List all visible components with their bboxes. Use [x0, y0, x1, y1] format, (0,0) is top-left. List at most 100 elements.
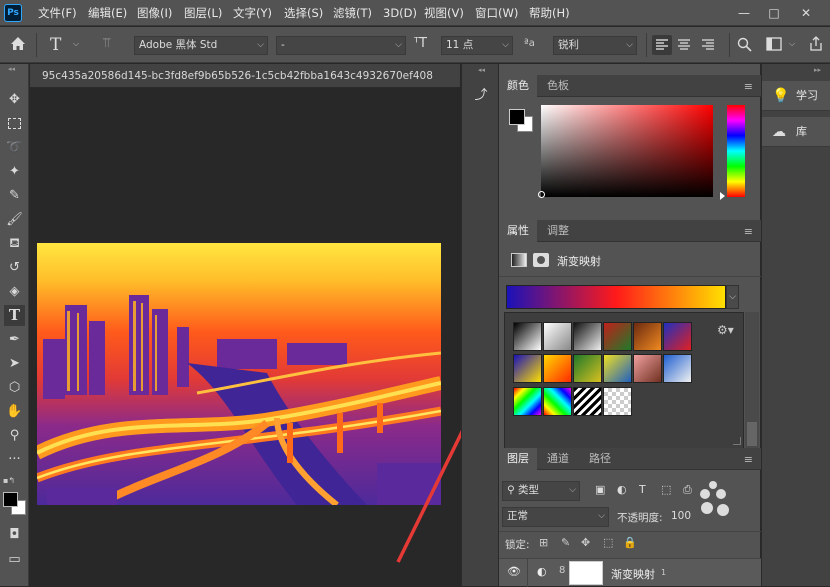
history-panel-icon[interactable]: ⤴	[472, 84, 490, 103]
tab-properties[interactable]: 属性	[499, 220, 537, 242]
gradient-preset-swatch[interactable]	[543, 322, 572, 351]
library-panel-button[interactable]: ☁ 库	[762, 117, 830, 147]
collapse-arrows-icon[interactable]: ◂◂	[8, 65, 15, 73]
gradient-preset-swatch[interactable]	[543, 386, 572, 416]
antialias-select[interactable]: 锐利 ⌵	[553, 36, 637, 55]
menu-view[interactable]: 视图(V)	[424, 0, 464, 26]
lock-all-icon[interactable]: 🔒	[623, 536, 637, 549]
align-right-button[interactable]	[698, 35, 718, 55]
font-size-select[interactable]: 11 点 ⌵	[441, 36, 513, 55]
tab-layers[interactable]: 图层	[499, 448, 537, 470]
default-colors-icon[interactable]: ▪↰	[3, 476, 15, 485]
screen-mode-icon[interactable]: ▭	[4, 549, 25, 570]
collapse-arrows-icon[interactable]: ◂◂	[478, 66, 485, 74]
type-tool-icon[interactable]: T	[4, 305, 25, 326]
eyedropper-tool-icon[interactable]: ✎	[4, 185, 25, 206]
foreground-color-chip[interactable]	[509, 109, 525, 125]
align-center-button[interactable]	[674, 35, 694, 55]
gradient-preset-swatch[interactable]	[573, 354, 602, 384]
layer-filter-select[interactable]: ⚲ 类型 ⌵	[502, 481, 580, 501]
menu-file[interactable]: 文件(F)	[38, 0, 77, 26]
home-icon[interactable]	[8, 36, 28, 55]
resize-handle-icon[interactable]	[733, 437, 741, 445]
shape-tool-icon[interactable]: ⬡	[4, 377, 25, 398]
gradient-dropdown-button[interactable]: ⌵	[726, 285, 739, 309]
menu-layer[interactable]: 图层(L)	[184, 0, 222, 26]
filter-adjustment-icon[interactable]: ◐	[617, 483, 627, 496]
color-picker-cursor[interactable]	[538, 191, 545, 198]
minimize-button[interactable]: —	[730, 0, 758, 26]
presets-scrollbar[interactable]	[745, 312, 759, 450]
gradient-preview-bar[interactable]	[506, 285, 726, 309]
learn-panel-button[interactable]: 💡 学习	[762, 81, 830, 111]
menu-edit[interactable]: 编辑(E)	[88, 0, 127, 26]
chevron-down-icon[interactable]: ⌵	[789, 39, 795, 49]
gradient-preset-swatch[interactable]	[603, 386, 632, 416]
mask-icon[interactable]	[533, 253, 549, 267]
lock-position-icon[interactable]: ✥	[581, 536, 590, 549]
move-tool-icon[interactable]: ✥	[4, 89, 25, 110]
hand-tool-icon[interactable]: ✋	[4, 401, 25, 422]
filter-type-icon[interactable]: T	[639, 483, 646, 496]
stamp-tool-icon[interactable]: ⛾	[4, 233, 25, 254]
tab-swatches[interactable]: 色板	[539, 75, 577, 97]
lock-pixels-icon[interactable]: ✎	[561, 536, 570, 549]
visibility-eye-icon[interactable]: 👁	[507, 565, 521, 578]
marquee-tool-icon[interactable]	[4, 113, 25, 134]
menu-window[interactable]: 窗口(W)	[475, 0, 518, 26]
magic-wand-tool-icon[interactable]: ✦	[4, 161, 25, 182]
menu-filter[interactable]: 滤镜(T)	[333, 0, 372, 26]
gear-icon[interactable]: ⚙▾	[717, 323, 734, 337]
layer-row[interactable]: 👁 ◐ 8 渐变映射 1	[499, 558, 761, 587]
gradient-preset-swatch[interactable]	[663, 354, 692, 384]
foreground-color-swatch[interactable]	[3, 492, 18, 507]
hue-slider-handle[interactable]	[720, 192, 725, 200]
gradient-preset-swatch[interactable]	[573, 322, 602, 351]
type-tool-preset-icon[interactable]: T	[50, 35, 61, 55]
share-icon[interactable]	[808, 36, 824, 55]
menu-help[interactable]: 帮助(H)	[529, 0, 570, 26]
gradient-preset-swatch[interactable]	[663, 322, 692, 351]
layer-name[interactable]: 渐变映射	[611, 566, 655, 582]
filter-shape-icon[interactable]: ⬚	[661, 483, 671, 496]
panel-menu-icon[interactable]: ≡	[744, 225, 753, 238]
panel-menu-icon[interactable]: ≡	[744, 453, 753, 466]
workspace-icon[interactable]	[766, 37, 782, 54]
menu-3d[interactable]: 3D(D)	[383, 0, 417, 26]
gradient-preset-swatch[interactable]	[633, 354, 662, 384]
color-picker-field[interactable]	[538, 105, 713, 198]
gradient-preset-swatch[interactable]	[573, 386, 602, 416]
text-orientation-icon[interactable]: ⫪	[103, 36, 110, 51]
lock-transparent-icon[interactable]: ⊞	[539, 536, 548, 549]
panel-menu-icon[interactable]: ≡	[744, 80, 753, 93]
menu-select[interactable]: 选择(S)	[284, 0, 323, 26]
gradient-preset-swatch[interactable]	[513, 354, 542, 384]
link-icon[interactable]: 8	[559, 565, 565, 576]
search-icon[interactable]	[737, 37, 752, 55]
tab-paths[interactable]: 路径	[581, 448, 619, 470]
close-button[interactable]: ✕	[792, 0, 820, 26]
quick-mask-icon[interactable]: ◘	[4, 524, 25, 545]
gradient-preset-swatch[interactable]	[633, 322, 662, 351]
collapse-arrows-icon[interactable]: ▸▸	[814, 66, 821, 74]
font-family-select[interactable]: Adobe 黑体 Std ⌵	[134, 36, 268, 55]
font-style-select[interactable]: - ⌵	[276, 36, 406, 55]
gradient-preset-swatch[interactable]	[543, 354, 572, 384]
layer-mask-thumbnail[interactable]	[569, 561, 603, 585]
opacity-value[interactable]: 100	[671, 510, 691, 522]
tab-adjustments[interactable]: 调整	[539, 220, 577, 242]
gradient-preset-swatch[interactable]	[603, 322, 632, 351]
menu-image[interactable]: 图像(I)	[137, 0, 172, 26]
tab-color[interactable]: 颜色	[499, 75, 537, 97]
maximize-button[interactable]: □	[760, 0, 788, 26]
blend-mode-select[interactable]: 正常 ⌵	[502, 507, 609, 527]
document-image[interactable]	[37, 243, 441, 505]
more-tools-icon[interactable]: ···	[4, 449, 25, 470]
pen-tool-icon[interactable]: ✒	[4, 329, 25, 350]
gradient-preset-swatch[interactable]	[513, 322, 542, 351]
menu-type[interactable]: 文字(Y)	[233, 0, 272, 26]
lasso-tool-icon[interactable]: ➰	[4, 137, 25, 158]
filter-pixel-icon[interactable]: ▣	[595, 483, 605, 496]
filter-smart-object-icon[interactable]: ⎙	[683, 483, 692, 497]
chevron-down-icon[interactable]: ⌵	[73, 39, 79, 49]
